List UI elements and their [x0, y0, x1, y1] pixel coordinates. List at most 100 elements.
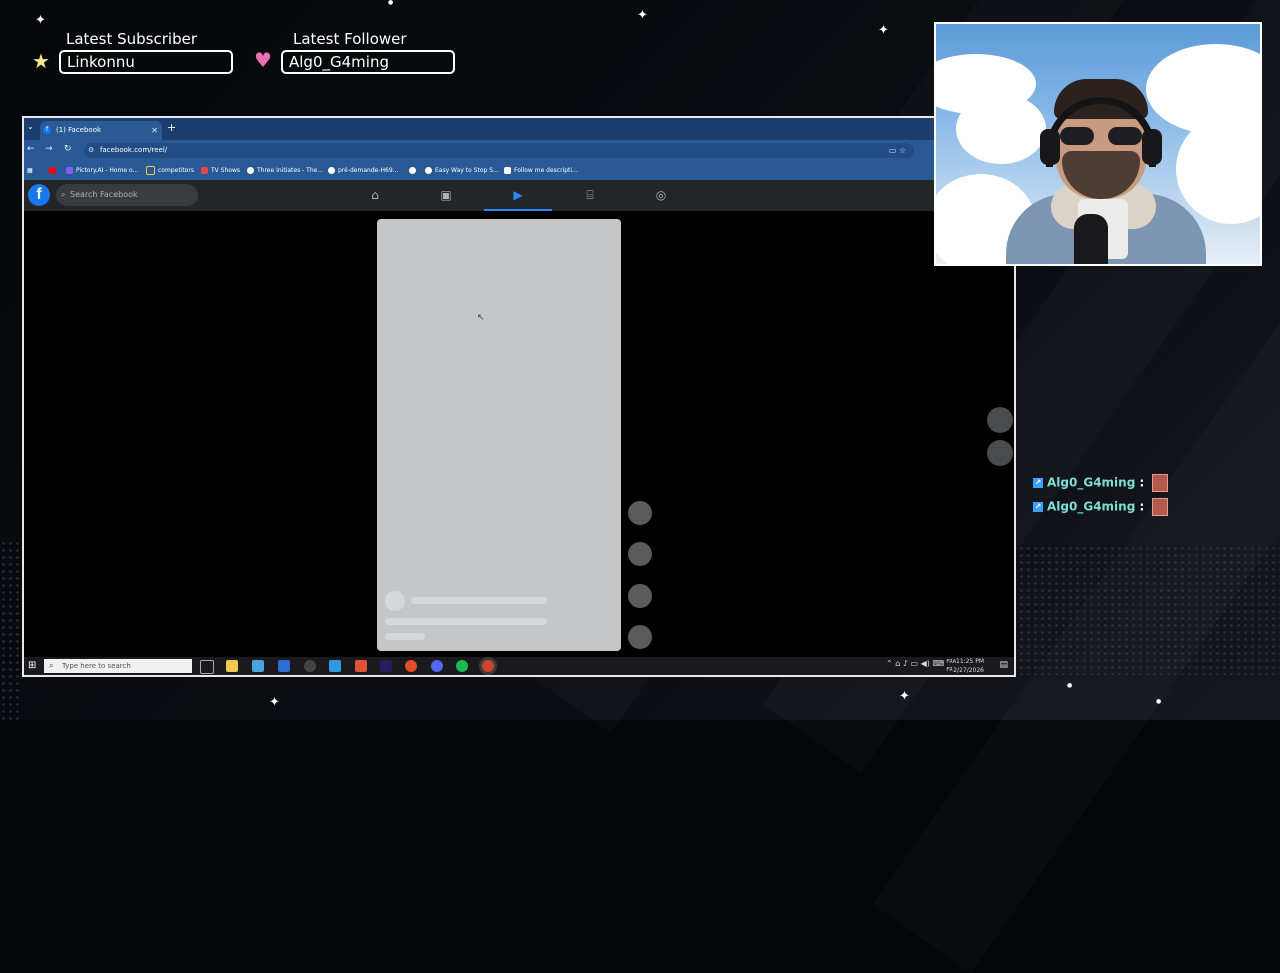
sparkle-icon: ●	[1067, 682, 1073, 689]
emote-icon	[1152, 474, 1169, 492]
chat-badge-icon: ↗	[1033, 478, 1043, 488]
windows-start-icon[interactable]: ⊞	[28, 660, 39, 671]
bookmark-item[interactable]	[409, 161, 419, 180]
forward-icon[interactable]: →	[45, 144, 53, 154]
file-explorer-icon[interactable]	[226, 660, 238, 672]
reels-content: ↖	[24, 211, 1014, 659]
chat-separator: :	[1139, 475, 1145, 490]
sparkle-icon: ●	[388, 0, 394, 6]
system-tray-icons[interactable]: ⌃ ⌂ ♪ ▭ ◀) ⌨	[886, 659, 944, 668]
gaming-icon[interactable]: ◎	[643, 185, 679, 205]
more-button-placeholder[interactable]	[628, 625, 652, 649]
taskbar-search-placeholder: Type here to search	[62, 662, 131, 670]
windows-taskbar: ⊞ ⌕ Type here to search ⌃ ⌂ ♪ ▭ ◀) ⌨ FRA…	[24, 657, 1014, 675]
back-icon[interactable]: ←	[27, 144, 35, 154]
sparkle-icon: ✦	[269, 695, 280, 710]
microphone-icon	[1074, 214, 1108, 264]
close-tab-icon[interactable]: ✕	[151, 121, 158, 140]
bookmark-item[interactable]: Follow me descripti...	[504, 161, 578, 180]
task-view-icon[interactable]	[200, 660, 214, 674]
address-bar[interactable]: ⚙ facebook.com/reel/ ▭ ☆	[84, 143, 914, 158]
marketplace-icon[interactable]: ⌸	[572, 185, 608, 205]
bookmark-item[interactable]: Pictory.AI - Home o...	[66, 161, 138, 180]
home-icon[interactable]: ⌂	[357, 185, 393, 205]
clock[interactable]: 11:25 PM 2/27/2026	[953, 657, 984, 675]
chat-username: Alg0_G4ming	[1047, 499, 1136, 514]
follower-name: Alg0_G4ming	[281, 50, 455, 74]
chat-message: ↗ Alg0_G4ming :	[1033, 474, 1169, 492]
tab-facebook[interactable]: f (1) Facebook ✕	[40, 121, 162, 140]
comment-button-placeholder[interactable]	[628, 542, 652, 566]
browser-toolbar: ← → ↻ ⚙ facebook.com/reel/ ▭ ☆	[24, 140, 1014, 161]
reload-icon[interactable]: ↻	[64, 144, 72, 154]
mail-icon[interactable]	[278, 660, 290, 672]
reel-loading-placeholder[interactable]	[377, 219, 621, 651]
facebook-search-input[interactable]: ⌕ Search Facebook	[56, 184, 198, 206]
app-icon[interactable]	[329, 660, 341, 672]
facebook-favicon-icon: f	[43, 126, 51, 134]
chrome-active-icon[interactable]	[482, 660, 494, 672]
taskbar-search-input[interactable]: ⌕ Type here to search	[44, 659, 192, 673]
earcup	[1040, 129, 1060, 165]
facebook-logo[interactable]: f	[28, 184, 50, 206]
after-effects-icon[interactable]	[380, 660, 392, 672]
sparkle-icon: ✦	[637, 8, 648, 23]
text-placeholder	[385, 618, 547, 625]
webcam-feed	[934, 22, 1262, 266]
search-icon: ⌕	[49, 661, 54, 670]
brave-icon[interactable]	[355, 660, 367, 672]
bookmark-item[interactable]: Easy Way to Stop S...	[425, 161, 499, 180]
notification-icon[interactable]: ▤	[999, 660, 1008, 670]
dot-pattern	[1018, 545, 1280, 675]
store-icon[interactable]	[252, 660, 264, 672]
apps-icon[interactable]: ▦	[27, 161, 33, 180]
star-icon: ★	[32, 49, 50, 73]
chat-message: ↗ Alg0_G4ming :	[1033, 498, 1169, 516]
search-icon: ⌕	[61, 190, 66, 199]
share-button-placeholder[interactable]	[628, 584, 652, 608]
tab-title: (1) Facebook	[56, 126, 102, 134]
search-placeholder: Search Facebook	[70, 190, 138, 199]
previous-reel-button[interactable]	[987, 407, 1013, 433]
avatar-placeholder	[385, 591, 405, 611]
youtube-icon[interactable]	[49, 161, 59, 180]
reels-icon[interactable]: ▶	[484, 185, 552, 211]
emote-icon	[1152, 498, 1169, 516]
browser-window: ⌄ f (1) Facebook ✕ + ← → ↻ ⚙ facebook.co…	[22, 116, 1016, 677]
facebook-header: f ⌕ Search Facebook ⌂ ▣ ▶ ⌸ ◎ ▦	[24, 180, 1014, 211]
next-reel-button[interactable]	[987, 440, 1013, 466]
spotify-icon[interactable]	[456, 660, 468, 672]
chat-separator: :	[1139, 499, 1145, 514]
url-text: facebook.com/reel/	[100, 146, 168, 154]
like-button-placeholder[interactable]	[628, 501, 652, 525]
discord-icon[interactable]	[431, 660, 443, 672]
bookmark-item[interactable]: pré-demande-H69...	[328, 161, 398, 180]
text-placeholder	[411, 597, 547, 604]
obs-icon[interactable]	[304, 660, 316, 672]
sparkle-icon: ✦	[878, 23, 889, 38]
subscriber-title: Latest Subscriber	[66, 30, 197, 48]
watch-icon[interactable]: ▣	[428, 185, 464, 205]
bookmark-star-icon[interactable]: ▭ ☆	[889, 143, 906, 158]
tab-search-icon[interactable]: ⌄	[27, 122, 34, 131]
follower-title: Latest Follower	[293, 30, 407, 48]
mouse-cursor-icon: ↖	[477, 313, 485, 323]
bookmark-folder[interactable]: competitors	[146, 161, 194, 180]
subscriber-name: Linkonnu	[59, 50, 233, 74]
sparkle-icon: ✦	[899, 689, 910, 704]
chat-badge-icon: ↗	[1033, 502, 1043, 512]
site-info-icon[interactable]: ⚙	[88, 143, 94, 158]
streamer	[1006, 79, 1206, 264]
text-placeholder	[385, 633, 425, 640]
heart-icon: ♥	[254, 48, 272, 72]
sparkle-icon: ✦	[35, 13, 46, 28]
dot-pattern	[0, 540, 22, 720]
chrome-icon[interactable]	[405, 660, 417, 672]
new-tab-icon[interactable]: +	[167, 121, 176, 134]
earcup	[1142, 129, 1162, 165]
sparkle-icon: ●	[1156, 698, 1162, 705]
bookmark-item[interactable]: Three Initiates - The...	[247, 161, 323, 180]
chat-username: Alg0_G4ming	[1047, 475, 1136, 490]
bookmark-item[interactable]: TV Shows	[201, 161, 240, 180]
bookmarks-bar: ▦ Pictory.AI - Home o... competitors TV …	[24, 161, 1014, 180]
